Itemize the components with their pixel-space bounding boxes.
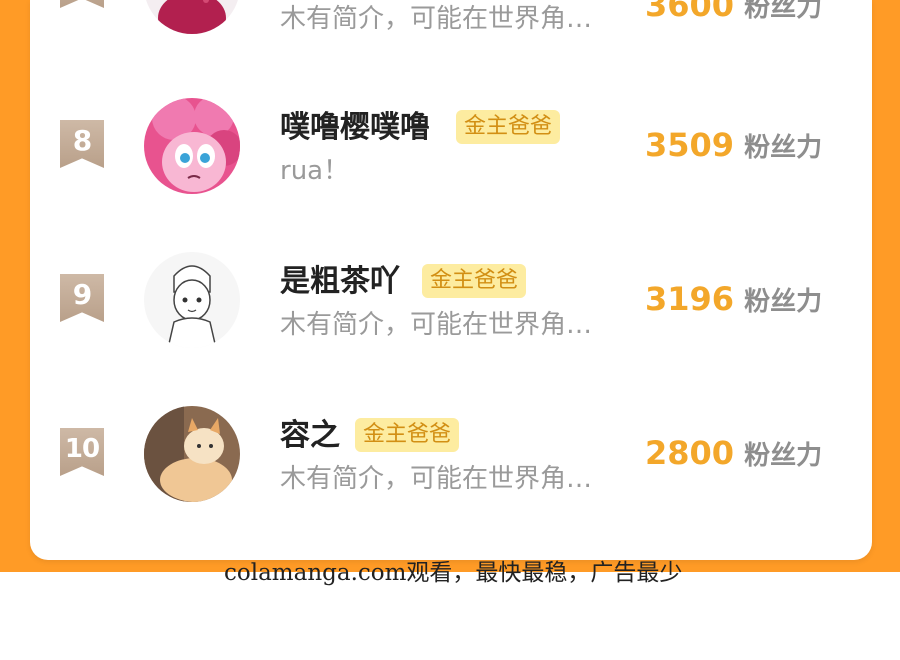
score-value: 3600 [645, 0, 735, 24]
sponsor-badge: 金主爸爸 [456, 110, 561, 144]
watermark-text: colamanga.com观看，最快最稳，广告最少 [224, 560, 683, 586]
avatar[interactable] [144, 98, 240, 194]
avatar[interactable] [144, 0, 240, 34]
avatar[interactable] [144, 252, 240, 348]
username[interactable]: 是粗茶吖 [280, 256, 400, 300]
score-value: 3196 [645, 280, 735, 318]
leaderboard-row[interactable]: 8 噗噜樱噗噜 金主爸爸 rua！ 3509 粉丝力 [30, 98, 872, 208]
leaderboard-row[interactable]: 9 是粗茶吖 金主爸爸 木有简介，可能在世界角… 3196 粉丝力 [30, 252, 872, 362]
score-value: 2800 [645, 434, 735, 472]
score-value: 3509 [645, 126, 735, 164]
leaderboard-card: 木有简介，可能在世界角… 3600 粉丝力 8 噗噜樱噗噜 金主爸爸 rua！ … [30, 0, 872, 560]
username[interactable]: 噗噜樱噗噜 [280, 102, 430, 146]
user-bio: 木有简介，可能在世界角… [280, 4, 593, 34]
orange-frame: 木有简介，可能在世界角… 3600 粉丝力 8 噗噜樱噗噜 金主爸爸 rua！ … [0, 0, 900, 572]
score: 2800 粉丝力 [645, 434, 822, 472]
rank-ribbon [60, 0, 104, 8]
score-unit: 粉丝力 [744, 0, 823, 23]
user-bio: 木有简介，可能在世界角… [280, 310, 593, 340]
rank-ribbon: 9 [60, 274, 104, 322]
user-bio: rua！ [280, 156, 350, 186]
user-bio: 木有简介，可能在世界角… [280, 464, 593, 494]
leaderboard-row[interactable]: 10 容之 金主爸爸 木有简介，可能在世界角… 2800 粉丝力 [30, 406, 872, 516]
sponsor-badge: 金主爸爸 [422, 264, 527, 298]
score-unit: 粉丝力 [744, 441, 823, 471]
leaderboard-row-partial[interactable]: 木有简介，可能在世界角… 3600 粉丝力 [30, 0, 872, 48]
score-unit: 粉丝力 [744, 133, 823, 163]
score-unit: 粉丝力 [744, 287, 823, 317]
rank-ribbon: 10 [60, 428, 104, 476]
sponsor-badge: 金主爸爸 [355, 418, 460, 452]
score: 3509 粉丝力 [645, 126, 822, 164]
score: 3196 粉丝力 [645, 280, 822, 318]
rank-ribbon: 8 [60, 120, 104, 168]
avatar[interactable] [144, 406, 240, 502]
username[interactable]: 容之 [280, 410, 340, 454]
score: 3600 粉丝力 [645, 0, 822, 24]
